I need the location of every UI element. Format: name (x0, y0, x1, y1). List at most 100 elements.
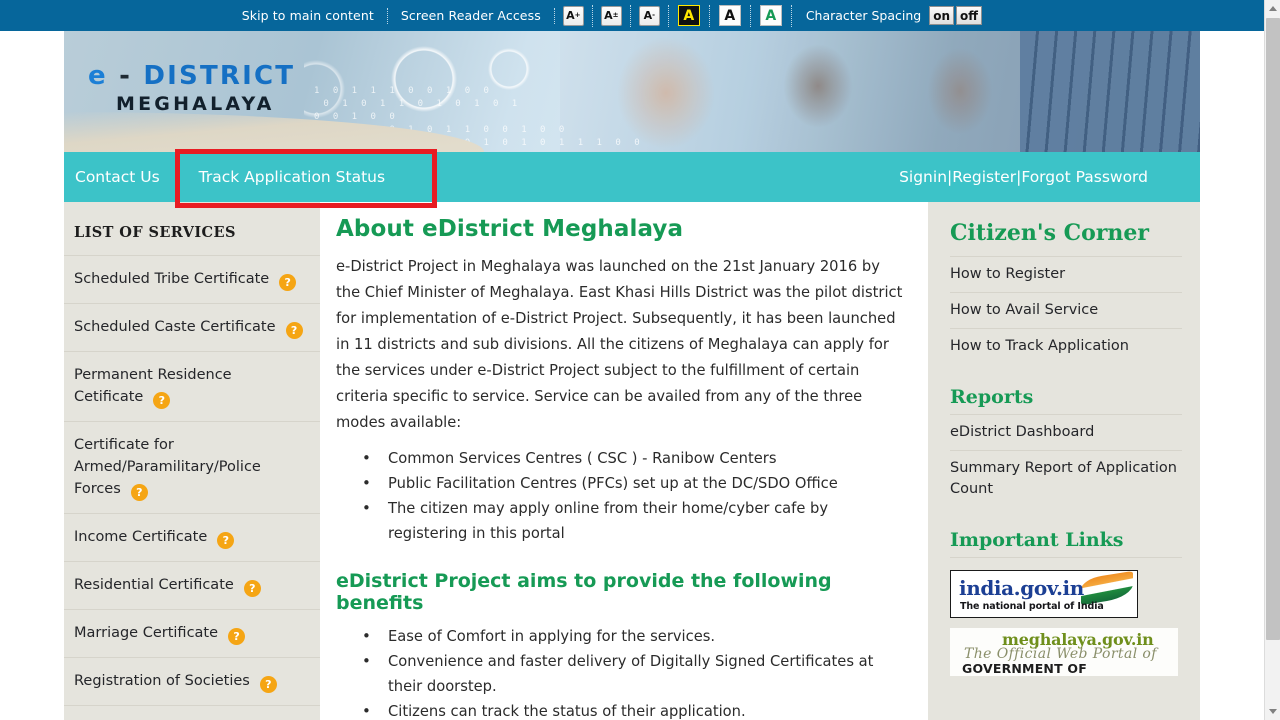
character-spacing-on-button[interactable]: on (929, 6, 955, 25)
sidebar-item-label: Certificate for Armed/Paramilitary/Polic… (74, 437, 261, 497)
character-spacing-label: Character Spacing (805, 8, 922, 23)
logo-letter-e: e (88, 61, 108, 91)
link-edistrict-dashboard[interactable]: eDistrict Dashboard (950, 414, 1182, 450)
sidebar-item-label: Scheduled Tribe Certificate (74, 271, 270, 287)
site-logo[interactable]: e - DISTRICT MEGHALAYA (88, 63, 295, 114)
font-increase-sup: + (574, 11, 581, 19)
toolbar-divider-1 (591, 4, 593, 27)
india-gov-in-logo[interactable]: india.gov.in The national portal of Indi… (950, 570, 1138, 618)
sidebar-title: LIST OF SERVICES (74, 224, 236, 241)
nav-account-links: Signin | Register | Forgot Password (899, 168, 1200, 186)
meghalaya-logo-government: GOVERNMENT OF MEGHALAYA (962, 661, 1087, 676)
font-decrease-sup: - (652, 11, 656, 19)
contrast-high-icon[interactable]: A (677, 5, 700, 26)
link-summary-report-of-application-count[interactable]: Summary Report of Application Count (950, 450, 1182, 507)
list-item: The citizen may apply online from their … (362, 496, 906, 546)
help-icon[interactable]: ? (228, 628, 246, 645)
meghalaya-gov-in-logo[interactable]: meghalaya.gov.in The Official Web Portal… (950, 628, 1178, 676)
page-title: About eDistrict Meghalaya (336, 216, 684, 242)
logo-subtitle: MEGHALAYA (116, 93, 275, 115)
important-links-title: Important Links (950, 529, 1124, 551)
logo-main-line: e - DISTRICT (88, 63, 295, 89)
nav-left-group: Contact Us Track Application Status (64, 152, 400, 202)
help-icon[interactable]: ? (279, 274, 297, 291)
forgot-password-link[interactable]: Forgot Password (1021, 168, 1148, 186)
content-shell: LIST OF SERVICES Scheduled Tribe Certifi… (64, 202, 1200, 720)
benefits-list: Ease of Comfort in applying for the serv… (336, 624, 906, 720)
sidebar-item-label: Residential Certificate (74, 577, 234, 593)
sidebar-item-residential-certificate[interactable]: Residential Certificate? (64, 561, 320, 609)
toolbar-divider-2 (629, 4, 631, 27)
sidebar-item-permanent-residence-cetificate[interactable]: Permanent Residence Cetificate? (64, 351, 320, 421)
toolbar-divider-5 (749, 4, 751, 27)
help-icon[interactable]: ? (130, 484, 148, 501)
sidebar-item-scheduled-caste-certificate[interactable]: Scheduled Caste Certificate? (64, 303, 320, 351)
scroll-up-arrow-icon[interactable] (1265, 0, 1280, 17)
help-icon[interactable]: ? (153, 392, 171, 409)
font-increase-letter: A (566, 9, 575, 22)
intro-paragraph: e-District Project in Meghalaya was laun… (336, 258, 903, 431)
font-normal-letter: A (604, 9, 613, 22)
page-right-gutter (1200, 31, 1264, 720)
main-content: About eDistrict Meghalaya e-District Pro… (320, 202, 928, 720)
font-normal-icon[interactable]: A ± (600, 5, 622, 26)
sidebar-item-label: Marriage Certificate (74, 625, 219, 641)
font-normal-sup: ± (612, 11, 619, 19)
sidebar-item-certificate-for-armed-paramilitary-police-forces[interactable]: Certificate for Armed/Paramilitary/Polic… (64, 421, 320, 513)
list-item: Common Services Centres ( CSC ) - Ranibo… (362, 446, 906, 471)
sidebar-item-label: Registration of Societies (74, 673, 250, 689)
signin-link[interactable]: Signin (899, 168, 947, 186)
scroll-down-arrow-icon[interactable] (1265, 703, 1280, 720)
service-modes-list: Common Services Centres ( CSC ) - Ranibo… (336, 446, 906, 546)
contrast-normal-icon[interactable]: A (718, 5, 741, 26)
site-banner: 1 0 1 1 1 0 0 1 0 0 0 1 0 1 1 0 1 0 1 0 … (64, 31, 1200, 152)
vertical-scrollbar[interactable] (1264, 0, 1280, 720)
help-icon[interactable]: ? (217, 532, 235, 549)
help-icon[interactable]: ? (243, 580, 261, 597)
benefits-heading: eDistrict Project aims to provide the fo… (336, 570, 832, 614)
sidebar-item-income-certificate[interactable]: Income Certificate? (64, 513, 320, 561)
browser-page: Skip to main content Screen Reader Acces… (0, 0, 1280, 720)
nav-item-track-application-status[interactable]: Track Application Status (182, 152, 400, 202)
page-left-gutter (0, 31, 64, 720)
meghalaya-logo-script: The Official Web Portal of (964, 646, 1157, 662)
nav-item-contact-us[interactable]: Contact Us (64, 152, 182, 202)
scrollbar-thumb[interactable] (1266, 18, 1280, 640)
main-navigation: Contact Us Track Application Status Sign… (64, 152, 1200, 202)
india-flag-icon (1081, 571, 1133, 606)
banner-keyboard-image (1020, 31, 1200, 152)
help-icon[interactable]: ? (259, 676, 277, 693)
reports-title: Reports (950, 386, 1034, 408)
logo-word-district: DISTRICT (143, 61, 296, 91)
sidebar-item-registration-of-societies[interactable]: Registration of Societies? (64, 657, 320, 705)
font-decrease-letter: A (643, 9, 653, 22)
logo-dash: - (119, 61, 133, 91)
sidebar-item-senior-citizen-certificate[interactable]: Senior Citizen Certificate? (64, 705, 320, 720)
sidebar-item-marriage-certificate[interactable]: Marriage Certificate? (64, 609, 320, 657)
sidebar-item-scheduled-tribe-certificate[interactable]: Scheduled Tribe Certificate? (64, 255, 320, 303)
citizens-corner-sidebar: Citizen's Corner How to Register How to … (928, 202, 1200, 720)
list-item: Citizens can track the status of their a… (362, 699, 906, 720)
register-link[interactable]: Register (952, 168, 1016, 186)
screen-reader-access-link[interactable]: Screen Reader Access (388, 7, 555, 24)
link-how-to-register[interactable]: How to Register (950, 256, 1182, 292)
accessibility-toolbar: Skip to main content Screen Reader Acces… (0, 0, 1264, 31)
sidebar-item-label: Scheduled Caste Certificate (74, 319, 276, 335)
list-item: Ease of Comfort in applying for the serv… (362, 624, 906, 649)
important-links-logos: india.gov.in The national portal of Indi… (950, 557, 1182, 676)
font-size-controls: A + A ± A- (555, 4, 669, 27)
india-logo-text: india.gov.in (959, 576, 1084, 600)
character-spacing-off-button[interactable]: off (956, 6, 982, 25)
citizens-corner-title: Citizen's Corner (950, 220, 1150, 246)
services-sidebar: LIST OF SERVICES Scheduled Tribe Certifi… (64, 202, 320, 720)
font-increase-icon[interactable]: A + (562, 5, 584, 26)
india-logo-tagline: The national portal of India (960, 601, 1104, 612)
font-decrease-icon[interactable]: A- (638, 5, 660, 26)
help-icon[interactable]: ? (285, 322, 303, 339)
link-how-to-avail-service[interactable]: How to Avail Service (950, 292, 1182, 328)
contrast-green-icon[interactable]: A (759, 5, 782, 26)
link-how-to-track-application[interactable]: How to Track Application (950, 328, 1182, 364)
list-item: Public Facilitation Centres (PFCs) set u… (362, 471, 906, 496)
toolbar-divider-4 (708, 4, 710, 27)
skip-to-main-content-link[interactable]: Skip to main content (229, 7, 388, 24)
